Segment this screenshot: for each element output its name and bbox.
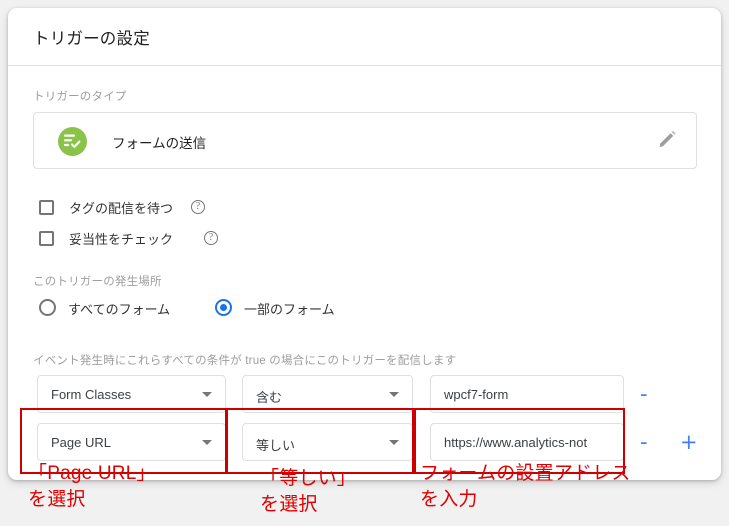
add-condition-button[interactable]: +	[680, 432, 698, 453]
condition-variable-select[interactable]: Page URL	[37, 423, 226, 461]
checkbox-box[interactable]	[39, 231, 54, 246]
radio-some-forms[interactable]	[215, 299, 232, 316]
where-label: このトリガーの発生場所	[33, 276, 162, 288]
trigger-settings-dialog: トリガーの設定 トリガーのタイプ フォームの送信 タグの配信を待つ ? 妥当性を…	[8, 8, 721, 480]
condition-row: Form Classes 含む wpcf7-form -	[8, 375, 721, 413]
form-submit-icon	[58, 127, 87, 156]
checkbox-label: 妥当性をチェック	[69, 232, 174, 247]
help-icon[interactable]: ?	[204, 231, 218, 245]
condition-value-text: https://www.analytics-not	[444, 435, 588, 450]
condition-operator-value: 等しい	[256, 438, 296, 453]
radio-some-forms-label: 一部のフォーム	[244, 302, 335, 317]
annotation-variable: 「Page URL」 を選択	[28, 463, 156, 510]
condition-value-text: wpcf7-form	[444, 387, 509, 402]
pencil-icon[interactable]	[656, 129, 678, 153]
condition-row: Page URL 等しい https://www.analytics-not -…	[8, 423, 721, 461]
condition-operator-select[interactable]: 等しい	[242, 423, 413, 461]
condition-value-input[interactable]: https://www.analytics-not	[430, 423, 624, 461]
checkbox-label: タグの配信を待つ	[69, 201, 174, 216]
condition-variable-select[interactable]: Form Classes	[37, 375, 226, 413]
condition-operator-select[interactable]: 含む	[242, 375, 413, 413]
trigger-type-name: フォームの送信	[112, 136, 207, 151]
radio-all-forms[interactable]	[39, 299, 56, 316]
condition-variable-value: Form Classes	[51, 387, 132, 402]
chevron-down-icon	[202, 440, 212, 445]
conditions-label: イベント発生時にこれらすべての条件が true の場合にこのトリガーを配信します	[33, 355, 457, 367]
chevron-down-icon	[202, 392, 212, 397]
checkbox-box[interactable]	[39, 200, 54, 215]
annotation-operator: 「等しい」 を選択	[260, 468, 357, 515]
condition-operator-value: 含む	[256, 390, 283, 405]
trigger-type-box[interactable]: フォームの送信	[33, 112, 697, 169]
remove-condition-button[interactable]: -	[640, 432, 648, 453]
dialog-header: トリガーの設定	[8, 8, 721, 66]
remove-condition-button[interactable]: -	[640, 384, 648, 405]
annotation-value: フォームの設置アドレス を入力	[420, 463, 631, 510]
chevron-down-icon	[389, 392, 399, 397]
screenshot-root: トリガーの設定 トリガーのタイプ フォームの送信 タグの配信を待つ ? 妥当性を…	[0, 0, 729, 526]
condition-variable-value: Page URL	[51, 435, 111, 450]
help-icon[interactable]: ?	[191, 200, 205, 214]
condition-value-input[interactable]: wpcf7-form	[430, 375, 624, 413]
chevron-down-icon	[389, 440, 399, 445]
trigger-type-label: トリガーのタイプ	[33, 91, 127, 103]
radio-all-forms-label: すべてのフォーム	[68, 302, 171, 317]
dialog-title: トリガーの設定	[33, 30, 150, 48]
